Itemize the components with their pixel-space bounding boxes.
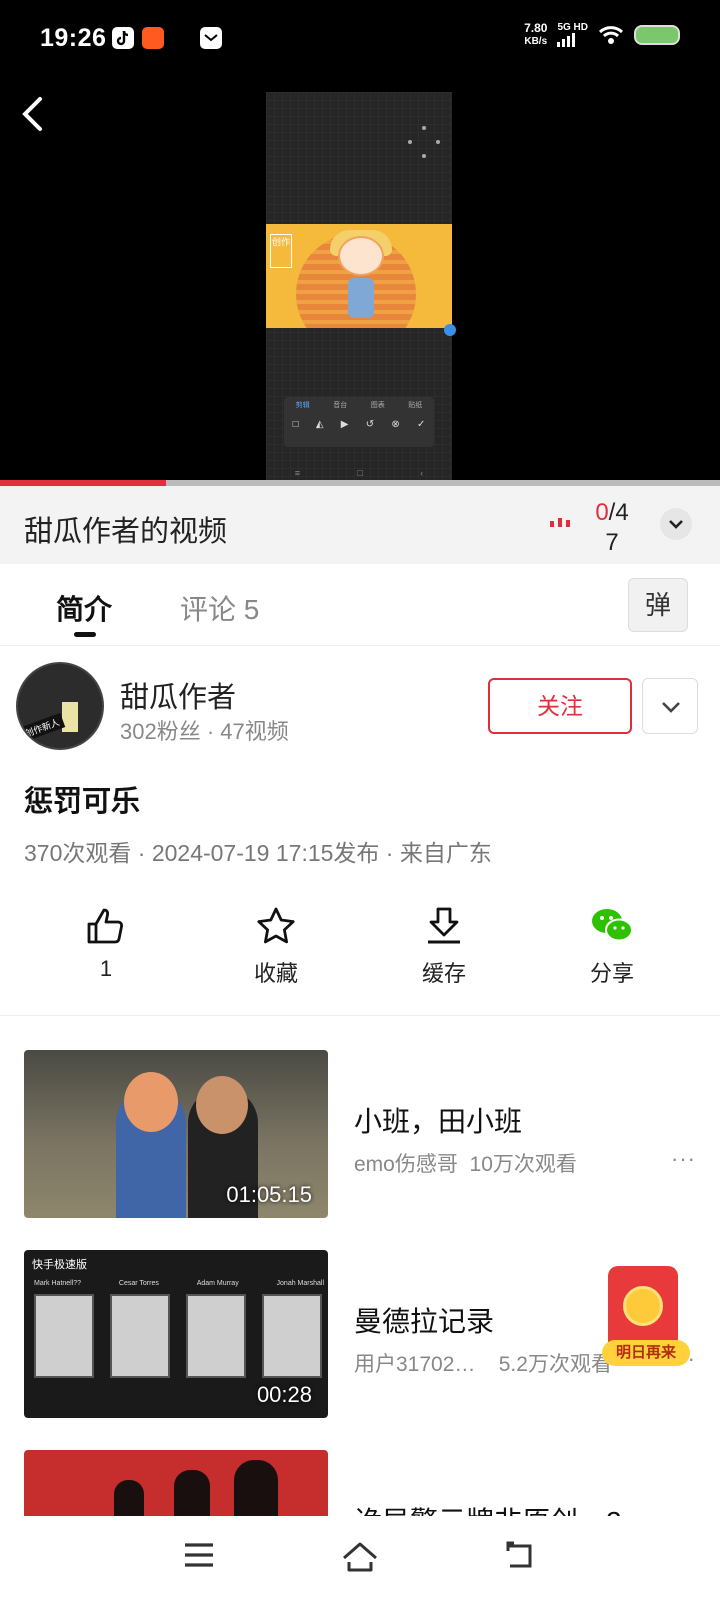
collection-title: 甜瓜作者的视频 xyxy=(24,516,228,548)
toolbar-tab: 音台 xyxy=(333,402,348,409)
embedded-nav: ≡ □ ‹ xyxy=(266,468,452,478)
author-stats: 302粉丝 · 47视频 xyxy=(120,719,289,744)
video-duration: 01:05:15 xyxy=(226,1182,312,1207)
author-avatar[interactable]: 创作新人 xyxy=(16,662,104,750)
list-item[interactable]: 01:05:15 小班，田小班 emo伤感哥 10万次观看 ··· xyxy=(24,1050,696,1218)
toolbar-tab: 剪辑 xyxy=(295,402,310,409)
collection-current: 0 xyxy=(595,499,609,526)
status-time: 19:26 xyxy=(40,24,107,52)
collection-total-b: 7 xyxy=(605,529,619,556)
toolbar-tab: 图表 xyxy=(370,402,385,409)
download-icon xyxy=(428,907,460,944)
rec-views: 5.2万次观看 xyxy=(498,1353,612,1376)
video-title: 惩罚可乐 xyxy=(24,786,141,818)
video-meta: 370次观看 · 2024-07-19 17:15发布 · 来自广东 xyxy=(24,840,492,866)
net-speed: 7.80 KB/s xyxy=(524,22,547,48)
embedded-nav-icon: □ xyxy=(357,468,363,478)
follow-label: 关注 xyxy=(537,693,583,719)
rec-author: 用户31702… xyxy=(354,1353,476,1376)
detail-tabs: 简介 评论 5 弹 xyxy=(0,564,720,646)
tab-active-indicator xyxy=(74,632,96,637)
cache-button[interactable]: 缓存 xyxy=(384,906,504,988)
promo-label[interactable]: 明日再来 xyxy=(602,1340,690,1366)
wifi-icon xyxy=(598,26,624,44)
net-speed-unit: KB/s xyxy=(524,36,548,47)
status-bar: 19:26 7.80 KB/s 5G HD xyxy=(0,0,720,80)
creator-badge: 创作 xyxy=(270,234,292,268)
toolbar-icon: ◭ xyxy=(315,419,324,430)
list-item[interactable]: 快手极速版 Mark Hatnell?? Cesar Torres Adam M… xyxy=(24,1250,696,1418)
system-navigation-bar xyxy=(0,1516,720,1600)
danmu-toggle-button[interactable]: 弹 xyxy=(628,578,688,632)
video-banner-image: 创作 xyxy=(266,224,452,328)
embedded-nav-icon: ‹ xyxy=(420,468,424,478)
drag-handle xyxy=(444,324,456,336)
danmu-label: 弹 xyxy=(644,590,671,620)
chevron-down-icon xyxy=(662,702,680,713)
author-name[interactable]: 甜瓜作者 xyxy=(120,674,236,716)
thumb-name: Jonah Marshall xyxy=(276,1280,324,1287)
action-bar: 1 收藏 缓存 分享 xyxy=(0,906,720,1016)
rec-meta: 用户31702… 5.2万次观看 xyxy=(354,1348,612,1378)
taobao-app-icon xyxy=(142,27,164,49)
dpad-icon xyxy=(404,122,444,162)
back-icon[interactable] xyxy=(504,1540,538,1570)
thumb-name: Adam Murray xyxy=(196,1280,239,1287)
avatar-banner: 创作新人 xyxy=(18,712,66,743)
like-count: 1 xyxy=(99,956,113,981)
battery-icon xyxy=(634,25,680,45)
video-frame: 创作 剪辑 音台 图表 贴纸 □ ◭ ▶ ↺ ⊗ ✓ ≡ □ ‹ xyxy=(266,92,456,482)
toolbar-icon: ▶ xyxy=(340,419,349,430)
menu-icon[interactable] xyxy=(182,1540,216,1570)
rec-title: 曼德拉记录 xyxy=(354,1306,495,1337)
rec-author: emo伤感哥 xyxy=(354,1153,458,1176)
tab-intro[interactable]: 简介 xyxy=(56,588,112,628)
playing-equalizer-icon xyxy=(550,518,570,527)
favorite-label: 收藏 xyxy=(253,961,298,986)
embedded-nav-icon: ≡ xyxy=(294,468,300,478)
back-arrow-icon[interactable] xyxy=(18,96,48,132)
video-thumbnail: 01:05:15 xyxy=(24,1050,328,1218)
home-icon[interactable] xyxy=(340,1540,380,1572)
video-thumbnail: 快手极速版 Mark Hatnell?? Cesar Torres Adam M… xyxy=(24,1250,328,1418)
signal-label: 5G HD xyxy=(557,22,588,33)
collection-position: 0/4 7 xyxy=(588,498,636,558)
thumb-name: Cesar Torres xyxy=(118,1280,159,1287)
toolbar-tab: 贴纸 xyxy=(408,402,423,409)
author-more-button[interactable] xyxy=(642,678,698,734)
tab-comments[interactable]: 评论 5 xyxy=(180,588,259,628)
follow-button[interactable]: 关注 xyxy=(488,678,632,734)
net-speed-value: 7.80 xyxy=(524,21,548,35)
video-player[interactable]: 19:26 7.80 KB/s 5G HD 创作 剪辑 音台 图表 贴纸 □ ◭… xyxy=(0,0,720,482)
toolbar-icon: □ xyxy=(292,419,299,430)
toolbar-icon: ↺ xyxy=(365,419,375,430)
rec-meta: emo伤感哥 10万次观看 xyxy=(354,1148,577,1178)
thumbs-up-icon xyxy=(87,908,123,944)
share-label: 分享 xyxy=(589,961,634,986)
thumb-brand: 快手极速版 xyxy=(32,1259,87,1271)
collection-total-a: /4 xyxy=(608,499,629,526)
thumb-name: Mark Hatnell?? xyxy=(34,1280,82,1287)
mail-app-icon xyxy=(200,27,222,49)
status-right: 7.80 KB/s 5G HD xyxy=(524,22,680,48)
star-icon xyxy=(257,907,295,944)
signal-icon: 5G HD xyxy=(557,23,588,47)
share-button[interactable]: 分享 xyxy=(552,906,672,988)
favorite-button[interactable]: 收藏 xyxy=(216,906,336,988)
wechat-icon xyxy=(592,909,633,942)
video-duration: 00:28 xyxy=(256,1382,312,1407)
collection-expand-button[interactable] xyxy=(660,508,692,540)
more-options-icon[interactable]: ··· xyxy=(671,1146,696,1172)
chevron-down-icon xyxy=(669,520,683,529)
rec-title: 小班，田小班 xyxy=(354,1106,523,1137)
toolbar-icon: ⊗ xyxy=(391,419,400,430)
toolbar-icon: ✓ xyxy=(416,419,426,430)
rec-views: 10万次观看 xyxy=(469,1153,577,1176)
like-button[interactable]: 1 xyxy=(46,906,166,982)
tiktok-app-icon xyxy=(112,27,134,49)
cache-label: 缓存 xyxy=(421,961,466,986)
editor-toolbar: 剪辑 音台 图表 贴纸 □ ◭ ▶ ↺ ⊗ ✓ xyxy=(284,397,434,447)
